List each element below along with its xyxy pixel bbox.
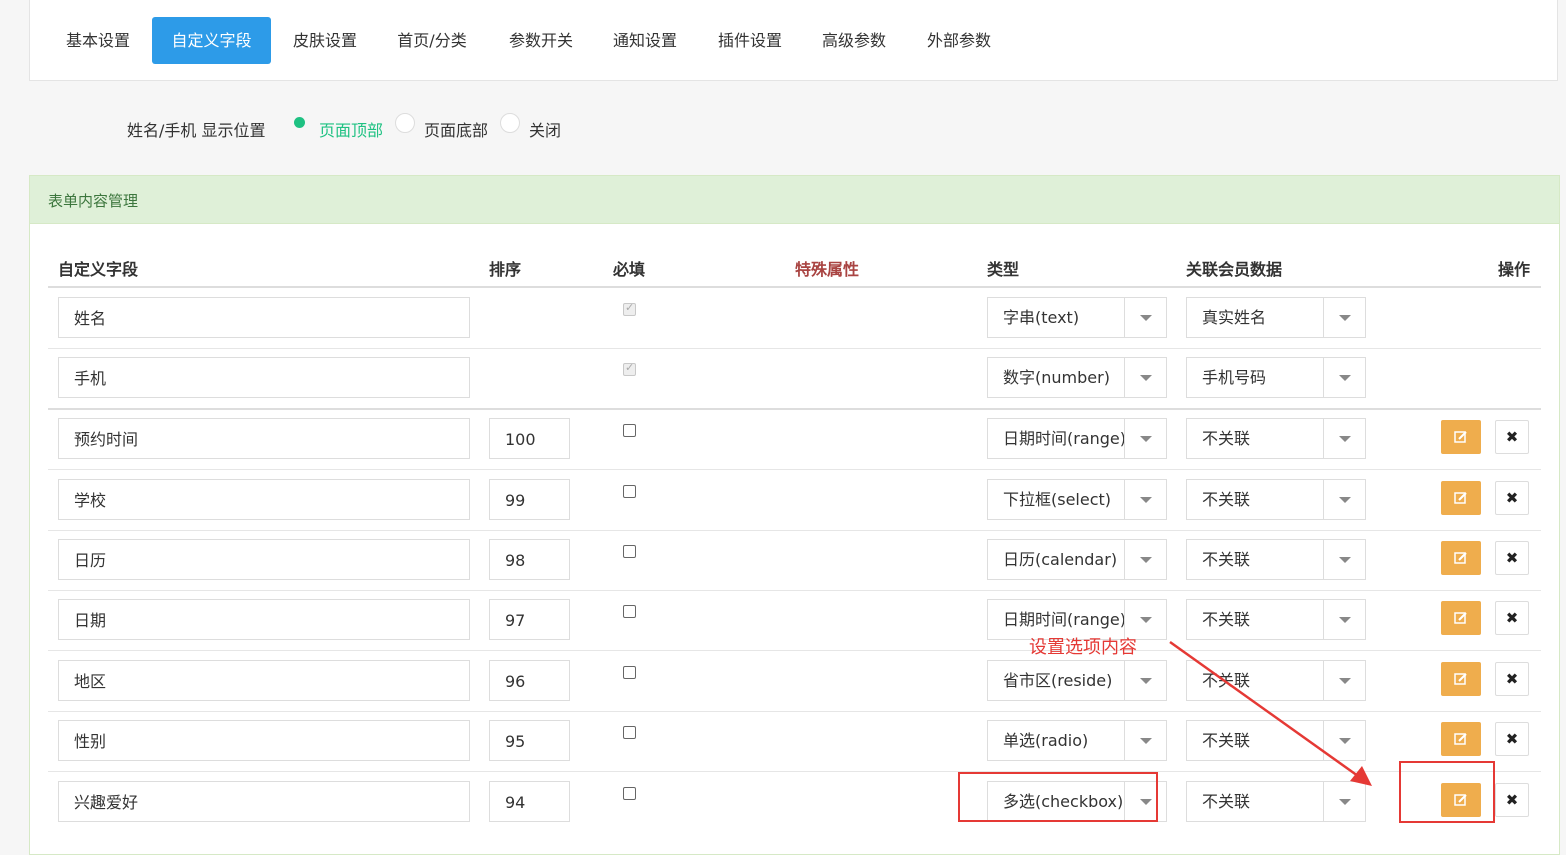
annotation-arrow-icon (1169, 640, 1372, 786)
